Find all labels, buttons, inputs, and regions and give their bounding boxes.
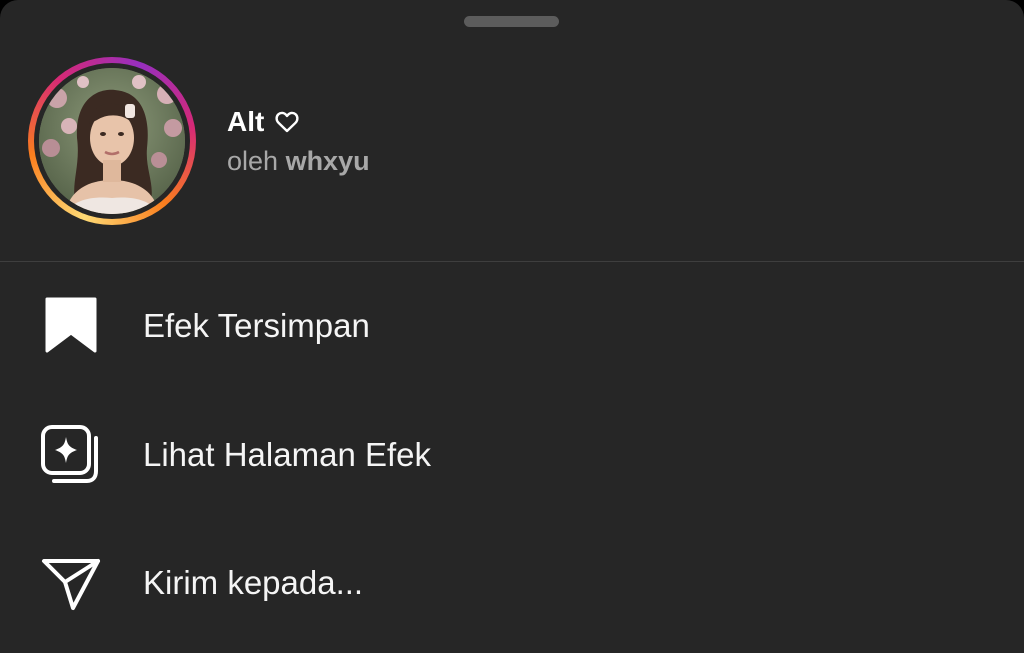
menu-item-label: Efek Tersimpan [143,307,370,344]
effect-name: Alt [227,106,265,137]
effect-author-line: oleh whxyu [227,144,370,178]
divider [0,261,1024,262]
bookmark-icon [45,297,97,353]
menu-item-label: Lihat Halaman Efek [143,436,431,473]
effect-header: Alt oleh whxyu [0,55,1024,225]
menu-item-label: Kirim kepada... [143,564,364,601]
story-ring[interactable] [28,57,196,225]
sheet-grabber-handle[interactable] [464,16,559,27]
menu-item-view-effect-page[interactable]: Lihat Halaman Efek [0,405,1024,505]
effect-title[interactable]: Alt [227,105,300,139]
creator-avatar[interactable] [39,68,185,214]
send-icon [42,559,100,610]
author-name[interactable]: whxyu [286,146,370,176]
heart-icon[interactable] [274,110,300,134]
menu-item-send-to[interactable]: Kirim kepada... [0,533,1024,633]
effect-page-icon [41,425,98,483]
by-prefix: oleh [227,146,279,176]
bottom-sheet: Alt oleh whxyu Efek Tersimpan Lihat Hala… [0,0,1024,653]
menu-item-saved-effects[interactable]: Efek Tersimpan [0,276,1024,376]
avatar-photo [39,68,185,214]
